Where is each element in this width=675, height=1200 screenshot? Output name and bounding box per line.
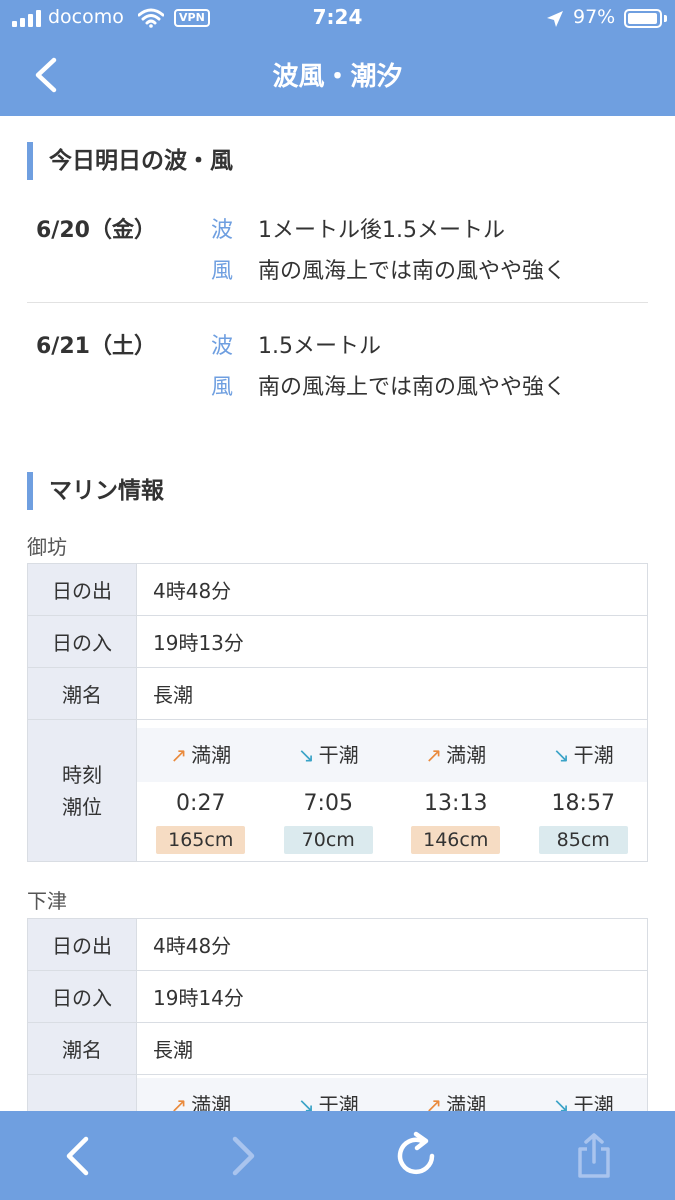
tide-type: 満潮	[446, 742, 487, 767]
tide-time: 13:13	[424, 790, 488, 816]
wave-value: 1メートル後1.5メートル	[258, 218, 505, 243]
marine-section-title: マリン情報	[27, 472, 164, 510]
tide-type: 満潮	[191, 742, 232, 767]
forecast-date: 6/20（金）	[36, 218, 156, 243]
rising-arrow-icon: ↗	[170, 742, 188, 767]
tide-time: 18:57	[551, 790, 615, 816]
sunrise-value: 4時48分	[136, 918, 648, 971]
tide-level-badge: 146cm	[411, 825, 501, 854]
tide-entry: ↘ 干潮 18:57 85cm	[519, 727, 647, 854]
wave-row: 波 1メートル後1.5メートル	[211, 212, 505, 244]
table-row: 日の入 19時14分	[27, 970, 648, 1023]
wind-row: 風南の風海上では南の風やや強く	[211, 369, 566, 401]
table-row: 日の出 4時48分	[27, 563, 648, 616]
wave-label: 波	[211, 334, 234, 359]
location-name: 下津	[27, 889, 67, 913]
tide-time-level-label: 時刻 潮位	[27, 719, 137, 862]
wave-value: 1.5メートル	[258, 334, 381, 359]
wind-label: 風	[211, 259, 234, 284]
table-row: 潮名 長潮	[27, 1022, 648, 1075]
wind-row: 風南の風海上では南の風やや強く	[211, 253, 566, 285]
share-icon[interactable]	[569, 1131, 619, 1181]
app-header: docomo VPN 7:24 97% 波風・潮汐	[0, 0, 675, 116]
battery-icon	[624, 9, 662, 28]
tide-level-badge: 70cm	[283, 825, 373, 854]
reload-icon[interactable]	[392, 1131, 442, 1181]
tide-name-value: 長潮	[136, 667, 648, 720]
back-arrow-icon[interactable]	[53, 1131, 103, 1181]
rising-arrow-icon: ↗	[425, 742, 443, 767]
bottom-toolbar	[0, 1111, 675, 1200]
sunset-value: 19時13分	[136, 615, 648, 668]
falling-arrow-icon: ↘	[297, 742, 315, 767]
wave-row: 波 1.5メートル	[211, 328, 381, 360]
table-row: 時刻 潮位 ↗ 満潮 0:27 165cm ↘ 干潮 7:05 70cm ↗ 満潮 1…	[27, 719, 648, 862]
status-bar: docomo VPN 7:24 97%	[0, 0, 675, 38]
tide-level-badge: 85cm	[538, 825, 628, 854]
tide-entry: ↗ 満潮 13:13 146cm	[392, 727, 520, 854]
sunset-label: 日の入	[27, 615, 137, 668]
tide-time: 7:05	[303, 790, 353, 816]
table-row: 潮名 長潮	[27, 667, 648, 720]
forward-arrow-icon[interactable]	[218, 1131, 268, 1181]
wind-value: 南の風海上では南の風やや強く	[258, 375, 567, 400]
tide-type: 干潮	[318, 742, 359, 767]
forecast-date: 6/21（土）	[36, 334, 156, 359]
sunrise-value: 4時48分	[136, 563, 648, 616]
tide-entry: ↗ 満潮 0:27 165cm	[137, 727, 265, 854]
location-name: 御坊	[27, 535, 67, 559]
battery-percent: 97%	[573, 6, 616, 28]
tide-entry: ↘ 干潮 7:05 70cm	[264, 727, 392, 854]
wind-label: 風	[211, 375, 234, 400]
tide-name-label: 潮名	[27, 1022, 137, 1075]
marine-table-gobo: 日の出 4時48分 日の入 19時13分 潮名 長潮 時刻 潮位 ↗ 満潮 0:2…	[27, 563, 648, 862]
location-arrow-icon	[547, 11, 563, 27]
tide-name-label: 潮名	[27, 667, 137, 720]
sunset-value: 19時14分	[136, 970, 648, 1023]
wind-value: 南の風海上では南の風やや強く	[258, 259, 567, 284]
falling-arrow-icon: ↘	[552, 742, 570, 767]
tide-name-value: 長潮	[136, 1022, 648, 1075]
sunset-label: 日の入	[27, 970, 137, 1023]
tide-time: 0:27	[176, 790, 226, 816]
marine-table-shimotsu: 日の出 4時48分 日の入 19時14分 潮名 長潮 ↗ 満潮 ↘ 干潮 ↗ 満潮 ↘…	[27, 918, 648, 1135]
wave-label: 波	[211, 218, 234, 243]
sunrise-label: 日の出	[27, 563, 137, 616]
divider	[27, 302, 648, 303]
table-row: 日の入 19時13分	[27, 615, 648, 668]
page-title: 波風・潮汐	[272, 62, 403, 92]
sunrise-label: 日の出	[27, 918, 137, 971]
waves-section-title: 今日明日の波・風	[27, 142, 233, 180]
table-row: 日の出 4時48分	[27, 918, 648, 971]
battery-tip	[664, 15, 667, 22]
tide-cell: ↗ 満潮 0:27 165cm ↘ 干潮 7:05 70cm ↗ 満潮 13:13 1…	[136, 719, 648, 862]
tide-level-badge: 165cm	[156, 825, 246, 854]
tide-type: 干潮	[573, 742, 614, 767]
